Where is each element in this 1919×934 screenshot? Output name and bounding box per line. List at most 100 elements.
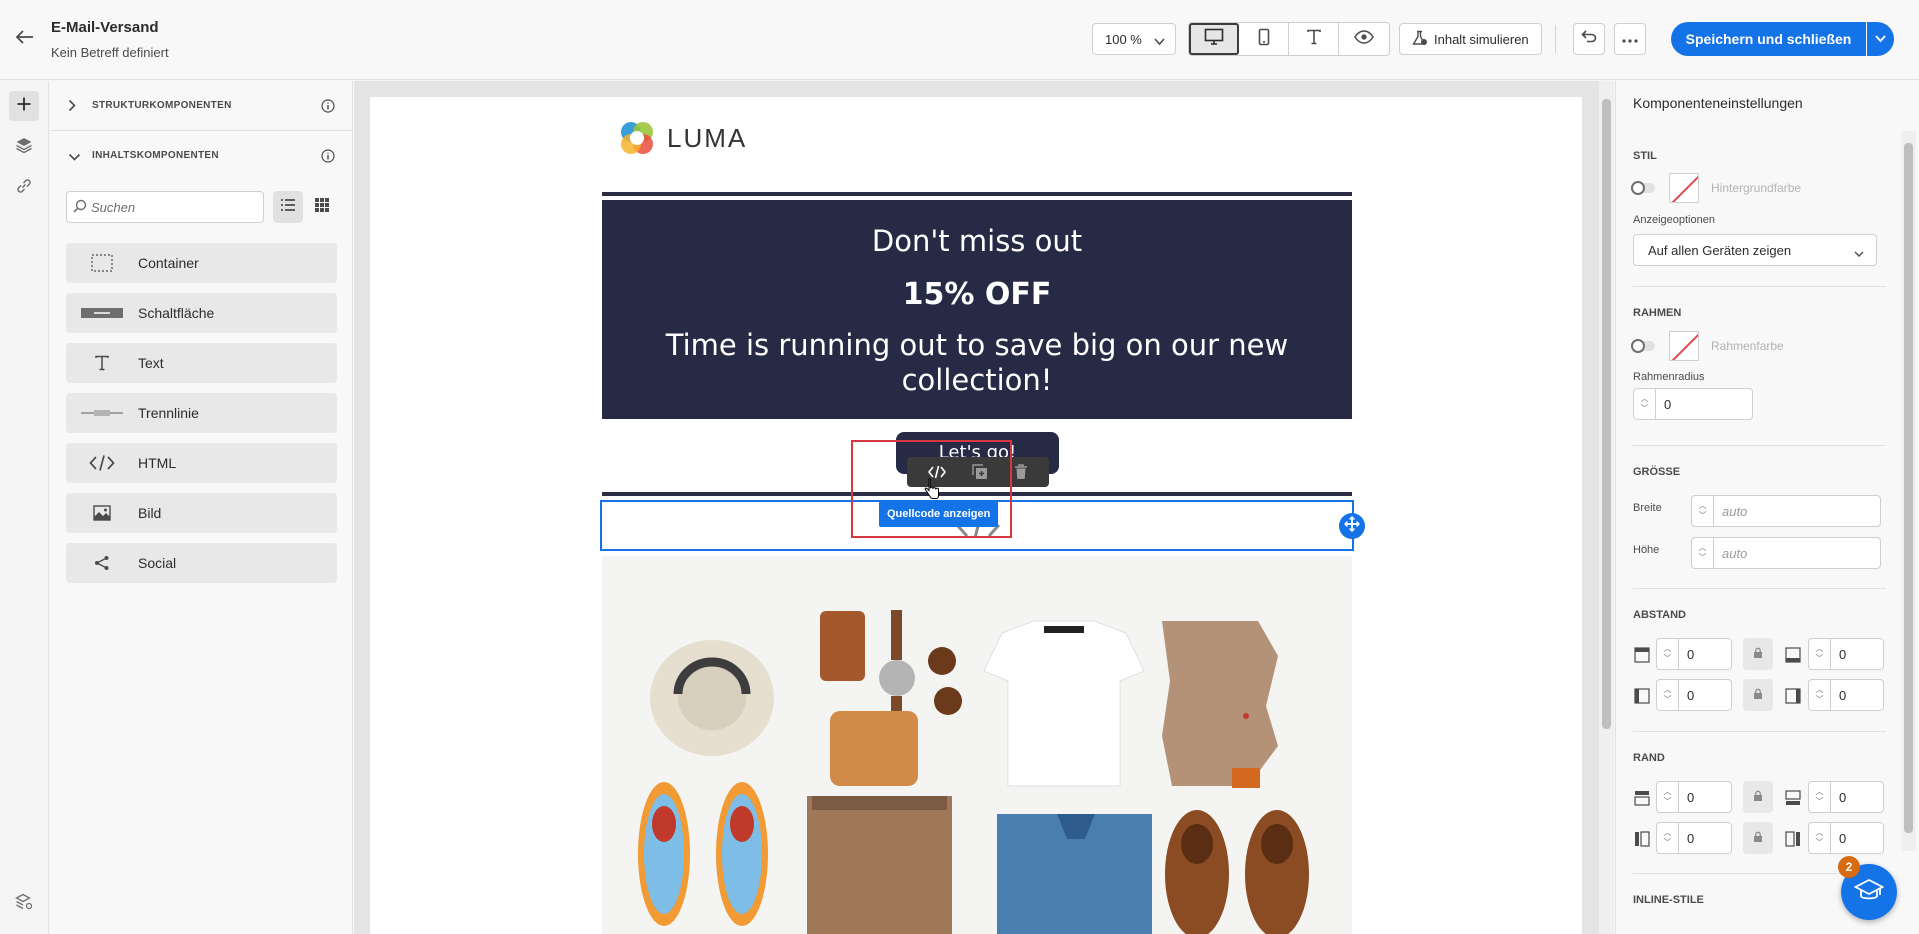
save-dropdown-button[interactable] — [1867, 22, 1894, 56]
background-color-swatch[interactable] — [1669, 173, 1699, 203]
padding-left-stepper[interactable]: ︿ ﹀ — [1656, 679, 1678, 711]
undo-button[interactable] — [1573, 23, 1605, 55]
simulate-label: Inhalt simulieren — [1434, 31, 1529, 47]
notification-badge: 2 — [1838, 856, 1860, 878]
desktop-icon — [1204, 28, 1224, 51]
border-section-label: RAHMEN — [1633, 307, 1682, 319]
padding-top-field[interactable]: ︿ ﹀ 0 — [1656, 638, 1732, 670]
padding-top-stepper[interactable]: ︿ ﹀ — [1656, 638, 1678, 670]
more-options-button[interactable] — [1614, 23, 1646, 55]
padding-lock-button[interactable] — [1743, 679, 1773, 711]
canvas-scrollbar-thumb[interactable] — [1602, 99, 1611, 729]
grid-view-button[interactable] — [307, 191, 337, 223]
margin-right-field[interactable]: ︿ ﹀ 0 — [1808, 822, 1884, 854]
graduation-cap-icon — [1853, 878, 1885, 907]
component-button[interactable]: Schaltfläche — [66, 293, 337, 333]
eye-icon — [1354, 29, 1374, 49]
simulate-content-button[interactable]: Inhalt simulieren — [1399, 23, 1542, 55]
padding-bottom-value[interactable]: 0 — [1830, 638, 1884, 670]
margin-top-value[interactable]: 0 — [1678, 781, 1732, 813]
divider — [1633, 445, 1886, 446]
padding-bottom-icon — [1784, 646, 1802, 664]
back-arrow-icon[interactable] — [14, 26, 36, 48]
delete-icon[interactable] — [1014, 464, 1028, 480]
margin-bottom-field[interactable]: ︿ ﹀ 0 — [1808, 781, 1884, 813]
padding-bottom-field[interactable]: ︿ ﹀ 0 — [1808, 638, 1884, 670]
padding-left-icon — [1633, 687, 1651, 705]
margin-left-field[interactable]: ︿ ﹀ 0 — [1656, 822, 1732, 854]
chevron-down-icon — [1154, 34, 1165, 49]
content-components-section[interactable]: INHALTSKOMPONENTEN — [50, 131, 353, 181]
structure-components-section[interactable]: STRUKTURKOMPONENTEN — [50, 81, 353, 131]
banner-body: Time is running out to save big on our n… — [665, 328, 1289, 397]
share-icon — [66, 555, 138, 571]
component-html[interactable]: HTML — [66, 443, 337, 483]
add-component-button[interactable] — [1339, 513, 1365, 539]
layers-button[interactable] — [9, 132, 39, 162]
padding-right-stepper[interactable]: ︿ ﹀ — [1808, 679, 1830, 711]
product-image[interactable] — [602, 556, 1352, 934]
margin-top-stepper[interactable]: ︿ ﹀ — [1656, 781, 1678, 813]
layer-settings-icon — [15, 893, 33, 916]
border-color-swatch[interactable] — [1669, 331, 1699, 361]
border-radius-stepper[interactable]: ︿ ﹀ — [1633, 388, 1655, 420]
border-color-toggle[interactable] — [1631, 339, 1655, 353]
padding-left-field[interactable]: ︿ ﹀ 0 — [1656, 679, 1732, 711]
preview-button[interactable] — [1339, 23, 1389, 55]
border-radius-field[interactable]: ︿ ﹀ 0 — [1633, 388, 1753, 420]
desktop-view-button[interactable] — [1189, 23, 1239, 55]
margin-bottom-stepper[interactable]: ︿ ﹀ — [1808, 781, 1830, 813]
component-text[interactable]: Text — [66, 343, 337, 383]
zoom-select[interactable]: 100 % — [1092, 23, 1176, 55]
info-icon[interactable] — [321, 149, 335, 168]
component-label: HTML — [138, 455, 177, 471]
add-components-button[interactable] — [9, 91, 39, 121]
component-social[interactable]: Social — [66, 543, 337, 583]
margin-lock-button[interactable] — [1743, 822, 1773, 854]
more-icon — [1622, 30, 1638, 48]
height-field[interactable]: ︿ ﹀ auto — [1691, 537, 1881, 569]
promo-banner[interactable]: Don't miss out 15% OFF Time is running o… — [602, 200, 1352, 419]
padding-right-value[interactable]: 0 — [1830, 679, 1884, 711]
save-and-close-button[interactable]: Speichern und schließen — [1671, 22, 1866, 56]
mobile-view-button[interactable] — [1239, 23, 1289, 55]
logo-text: LUMA — [667, 122, 748, 153]
width-field[interactable]: ︿ ﹀ auto — [1691, 495, 1881, 527]
component-search-input[interactable]: Suchen — [66, 191, 264, 223]
list-view-button[interactable] — [273, 191, 303, 223]
links-button[interactable] — [9, 173, 39, 203]
margin-bottom-value[interactable]: 0 — [1830, 781, 1884, 813]
info-icon[interactable] — [321, 99, 335, 118]
border-radius-value[interactable]: 0 — [1655, 388, 1753, 420]
width-input[interactable]: auto — [1713, 495, 1881, 527]
margin-left-value[interactable]: 0 — [1678, 822, 1732, 854]
lock-icon — [1753, 645, 1763, 663]
padding-bottom-stepper[interactable]: ︿ ﹀ — [1808, 638, 1830, 670]
margin-right-value[interactable]: 0 — [1830, 822, 1884, 854]
height-input[interactable]: auto — [1713, 537, 1881, 569]
background-color-toggle[interactable] — [1631, 181, 1655, 195]
layer-settings-button[interactable] — [9, 889, 39, 919]
margin-top-field[interactable]: ︿ ﹀ 0 — [1656, 781, 1732, 813]
padding-top-value[interactable]: 0 — [1678, 638, 1732, 670]
padding-left-value[interactable]: 0 — [1678, 679, 1732, 711]
padding-right-field[interactable]: ︿ ﹀ 0 — [1808, 679, 1884, 711]
canvas-scrollbar[interactable] — [1599, 81, 1614, 934]
width-stepper[interactable]: ︿ ﹀ — [1691, 495, 1713, 527]
margin-right-icon — [1784, 830, 1802, 848]
divider — [1633, 731, 1886, 732]
text-view-button[interactable] — [1289, 23, 1339, 55]
plus-icon — [16, 96, 32, 117]
text-icon — [1306, 29, 1322, 50]
component-container[interactable]: Container — [66, 243, 337, 283]
display-options-select[interactable]: Auf allen Geräten zeigen — [1633, 234, 1877, 266]
margin-left-stepper[interactable]: ︿ ﹀ — [1656, 822, 1678, 854]
margin-right-stepper[interactable]: ︿ ﹀ — [1808, 822, 1830, 854]
margin-lock-button[interactable] — [1743, 781, 1773, 813]
component-divider[interactable]: Trennlinie — [66, 393, 337, 433]
height-stepper[interactable]: ︿ ﹀ — [1691, 537, 1713, 569]
padding-lock-button[interactable] — [1743, 638, 1773, 670]
settings-scrollbar-thumb[interactable] — [1904, 143, 1913, 833]
settings-scrollbar[interactable] — [1901, 131, 1916, 851]
component-image[interactable]: Bild — [66, 493, 337, 533]
